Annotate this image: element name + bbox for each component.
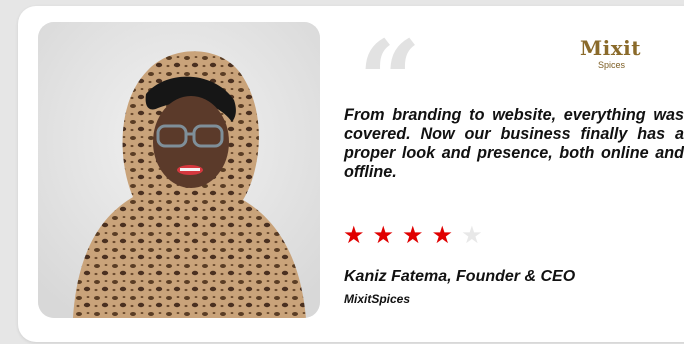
star-filled-icon: ★	[402, 222, 424, 249]
star-rating: ★ ★ ★ ★ ★	[343, 224, 483, 248]
company-name: MixitSpices	[344, 292, 411, 306]
star-filled-icon: ★	[372, 222, 395, 249]
star-filled-icon: ★	[431, 222, 454, 249]
author-name: Kaniz Fatema, Founder & CEO	[344, 268, 576, 285]
star-filled-icon: ★	[343, 222, 365, 249]
mixit-spices-logo: Mixit Spices	[580, 36, 684, 82]
customer-photo	[38, 22, 320, 318]
logo-wordmark: Mixit	[580, 36, 641, 60]
person-portrait-icon	[38, 22, 320, 318]
logo-subtitle: Spices	[598, 60, 626, 70]
testimonial-card: “ Mixit Spices From branding to website,…	[18, 6, 684, 342]
star-empty-icon: ★	[461, 222, 483, 249]
testimonial-quote: From branding to website, everything was…	[344, 106, 684, 181]
